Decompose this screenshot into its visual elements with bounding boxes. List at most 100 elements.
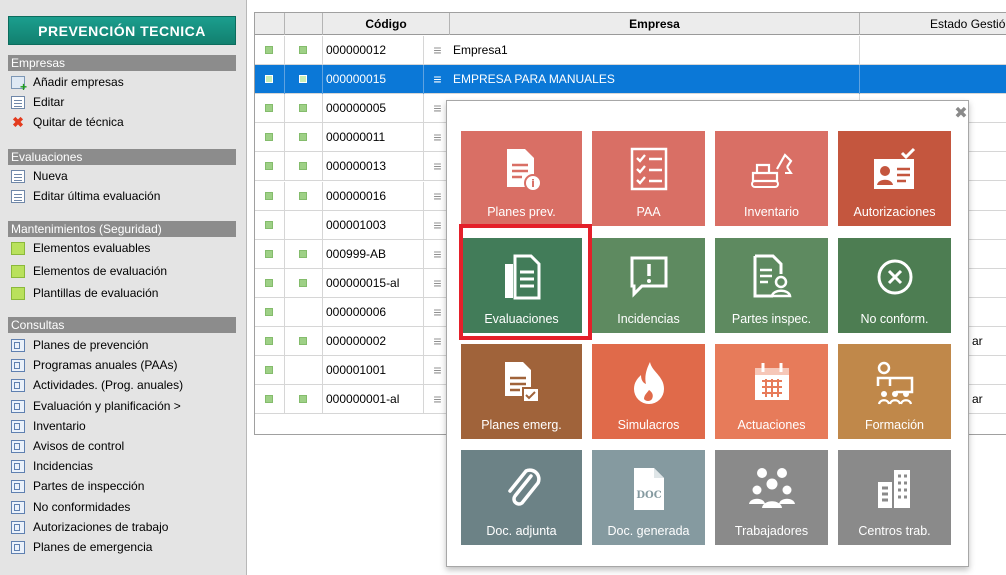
row-flag-indicator — [299, 75, 307, 84]
row-check-cell[interactable] — [255, 356, 285, 386]
report-icon — [11, 379, 25, 392]
header-codigo[interactable]: Código — [323, 13, 450, 35]
sidebar-item-label: Editar última evaluación — [33, 189, 161, 203]
cell-codigo: 000999-AB — [323, 239, 424, 269]
sidebar-item[interactable]: Partes de inspección — [8, 477, 236, 496]
cell-codigo: 000000015-al — [323, 268, 424, 298]
row-menu-icon[interactable]: ≡ — [425, 36, 450, 65]
report-icon — [11, 359, 25, 372]
sidebar-item[interactable]: Elementos de evaluación — [8, 262, 236, 281]
tile-partes-inspec[interactable]: Partes inspec. — [715, 238, 828, 333]
sidebar-item[interactable]: Editar última evaluación — [8, 187, 236, 206]
header-check-col[interactable] — [255, 13, 285, 35]
tile-planes-emerg[interactable]: Planes emerg. — [461, 344, 582, 439]
report-icon — [11, 541, 25, 554]
sidebar-item-label: No conformidades — [33, 500, 131, 514]
table-row[interactable]: 000000015 ≡ EMPRESA PARA MANUALES — [255, 65, 1006, 95]
checklist-icon — [630, 147, 668, 191]
header-empresa[interactable]: Empresa — [450, 13, 860, 35]
tile-doc-generada[interactable]: DOC Doc. generada — [592, 450, 705, 545]
add-company-icon — [11, 76, 27, 93]
doc-file-label: DOC — [636, 490, 661, 501]
tile-paa[interactable]: PAA — [592, 131, 705, 226]
sidebar-item[interactable]: No conformidades — [8, 498, 236, 517]
table-header: Código Empresa Estado Gestió — [255, 13, 1006, 35]
sidebar-item[interactable]: Nueva — [8, 167, 236, 186]
sidebar-item[interactable]: Inventario — [8, 417, 236, 436]
report-icon — [11, 460, 25, 473]
tile-incidencias[interactable]: Incidencias — [592, 238, 705, 333]
tile-planes-prev[interactable]: i Planes prev. — [461, 131, 582, 226]
sidebar-section-3[interactable]: Consultas — [8, 317, 236, 333]
sidebar-item[interactable]: Actividades. (Prog. anuales) — [8, 376, 236, 395]
tile-no-conform[interactable]: No conform. — [838, 238, 951, 333]
sidebar-item-label: Autorizaciones de trabajo — [33, 520, 169, 534]
tile-trabajadores[interactable]: Trabajadores — [715, 450, 828, 545]
sidebar-item[interactable]: Evaluación y planificación > — [8, 397, 236, 416]
tile-label: Trabajadores — [734, 524, 809, 538]
header-status-col[interactable] — [285, 13, 323, 35]
sidebar-item[interactable]: Programas anuales (PAAs) — [8, 356, 236, 375]
sidebar-item[interactable]: Plantillas de evaluación — [8, 284, 236, 303]
sidebar-item[interactable]: Añadir empresas — [8, 73, 236, 93]
row-check-cell[interactable] — [255, 123, 285, 153]
tile-autorizaciones[interactable]: Autorizaciones — [838, 131, 951, 226]
row-menu-icon[interactable]: ≡ — [425, 65, 450, 94]
tile-actuaciones[interactable]: Actuaciones — [715, 344, 828, 439]
tile-label: Partes inspec. — [731, 312, 812, 326]
report-icon — [11, 440, 25, 453]
row-check-cell[interactable] — [255, 210, 285, 240]
table-row[interactable]: 000000012 ≡ Empresa1 — [255, 36, 1006, 65]
sidebar-item[interactable]: ✖ Quitar de técnica — [8, 113, 236, 132]
sidebar-item[interactable]: Avisos de control — [8, 437, 236, 456]
tile-label: Autorizaciones — [853, 205, 936, 219]
row-check-cell[interactable] — [255, 65, 285, 95]
row-status-indicator — [265, 307, 273, 316]
row-status-indicator — [265, 162, 273, 171]
close-icon[interactable]: ✖ — [954, 106, 968, 122]
sidebar-item-label: Actividades. (Prog. anuales) — [33, 378, 184, 392]
sidebar-item[interactable]: Autorizaciones de trabajo — [8, 518, 236, 537]
sidebar-item-label: Nueva — [33, 169, 68, 183]
tile-label: No conform. — [860, 312, 929, 326]
row-check-cell[interactable] — [255, 152, 285, 182]
sidebar-item[interactable]: Elementos evaluables — [8, 239, 236, 258]
tile-simulacros[interactable]: Simulacros — [592, 344, 705, 439]
row-check-cell[interactable] — [255, 385, 285, 415]
row-status-indicator — [265, 366, 273, 375]
tile-formación[interactable]: Formación — [838, 344, 951, 439]
row-status-indicator — [265, 249, 273, 258]
tile-inventario[interactable]: Inventario — [715, 131, 828, 226]
sidebar-item[interactable]: Incidencias — [8, 457, 236, 476]
sidebar-section-1[interactable]: Evaluaciones — [8, 149, 236, 165]
row-check-cell[interactable] — [255, 268, 285, 298]
row-check-cell[interactable] — [255, 36, 285, 65]
sidebar-item[interactable]: Editar — [8, 93, 236, 112]
row-check-cell[interactable] — [255, 181, 285, 211]
tile-label: Inventario — [744, 205, 799, 219]
row-flag-indicator — [299, 46, 307, 54]
header-estado[interactable]: Estado Gestió — [860, 13, 1006, 35]
sidebar-section-2[interactable]: Mantenimientos (Seguridad) — [8, 221, 236, 237]
row-flag-cell — [285, 239, 323, 269]
sidebar-item-label: Elementos evaluables — [33, 241, 151, 255]
row-check-cell[interactable] — [255, 327, 285, 356]
row-flag-indicator — [299, 278, 307, 287]
tile-doc-adjunta[interactable]: Doc. adjunta — [461, 450, 582, 545]
row-check-cell[interactable] — [255, 239, 285, 269]
row-status-indicator — [265, 133, 273, 142]
row-check-cell[interactable] — [255, 297, 285, 327]
row-flag-cell — [285, 181, 323, 211]
row-flag-indicator — [299, 337, 307, 345]
row-check-cell[interactable] — [255, 94, 285, 124]
tile-centros-trab[interactable]: Centros trab. — [838, 450, 951, 545]
row-flag-cell — [285, 152, 323, 182]
row-flag-cell — [285, 94, 323, 124]
sidebar-item[interactable]: Planes de emergencia — [8, 538, 236, 557]
sidebar-item[interactable]: Planes de prevención — [8, 336, 236, 355]
sidebar-item-label: Evaluación y planificación > — [33, 399, 181, 413]
green-square-icon — [11, 265, 25, 278]
cell-codigo: 000000006 — [323, 297, 424, 327]
report-icon — [11, 521, 25, 534]
sidebar-section-0[interactable]: Empresas — [8, 55, 236, 71]
